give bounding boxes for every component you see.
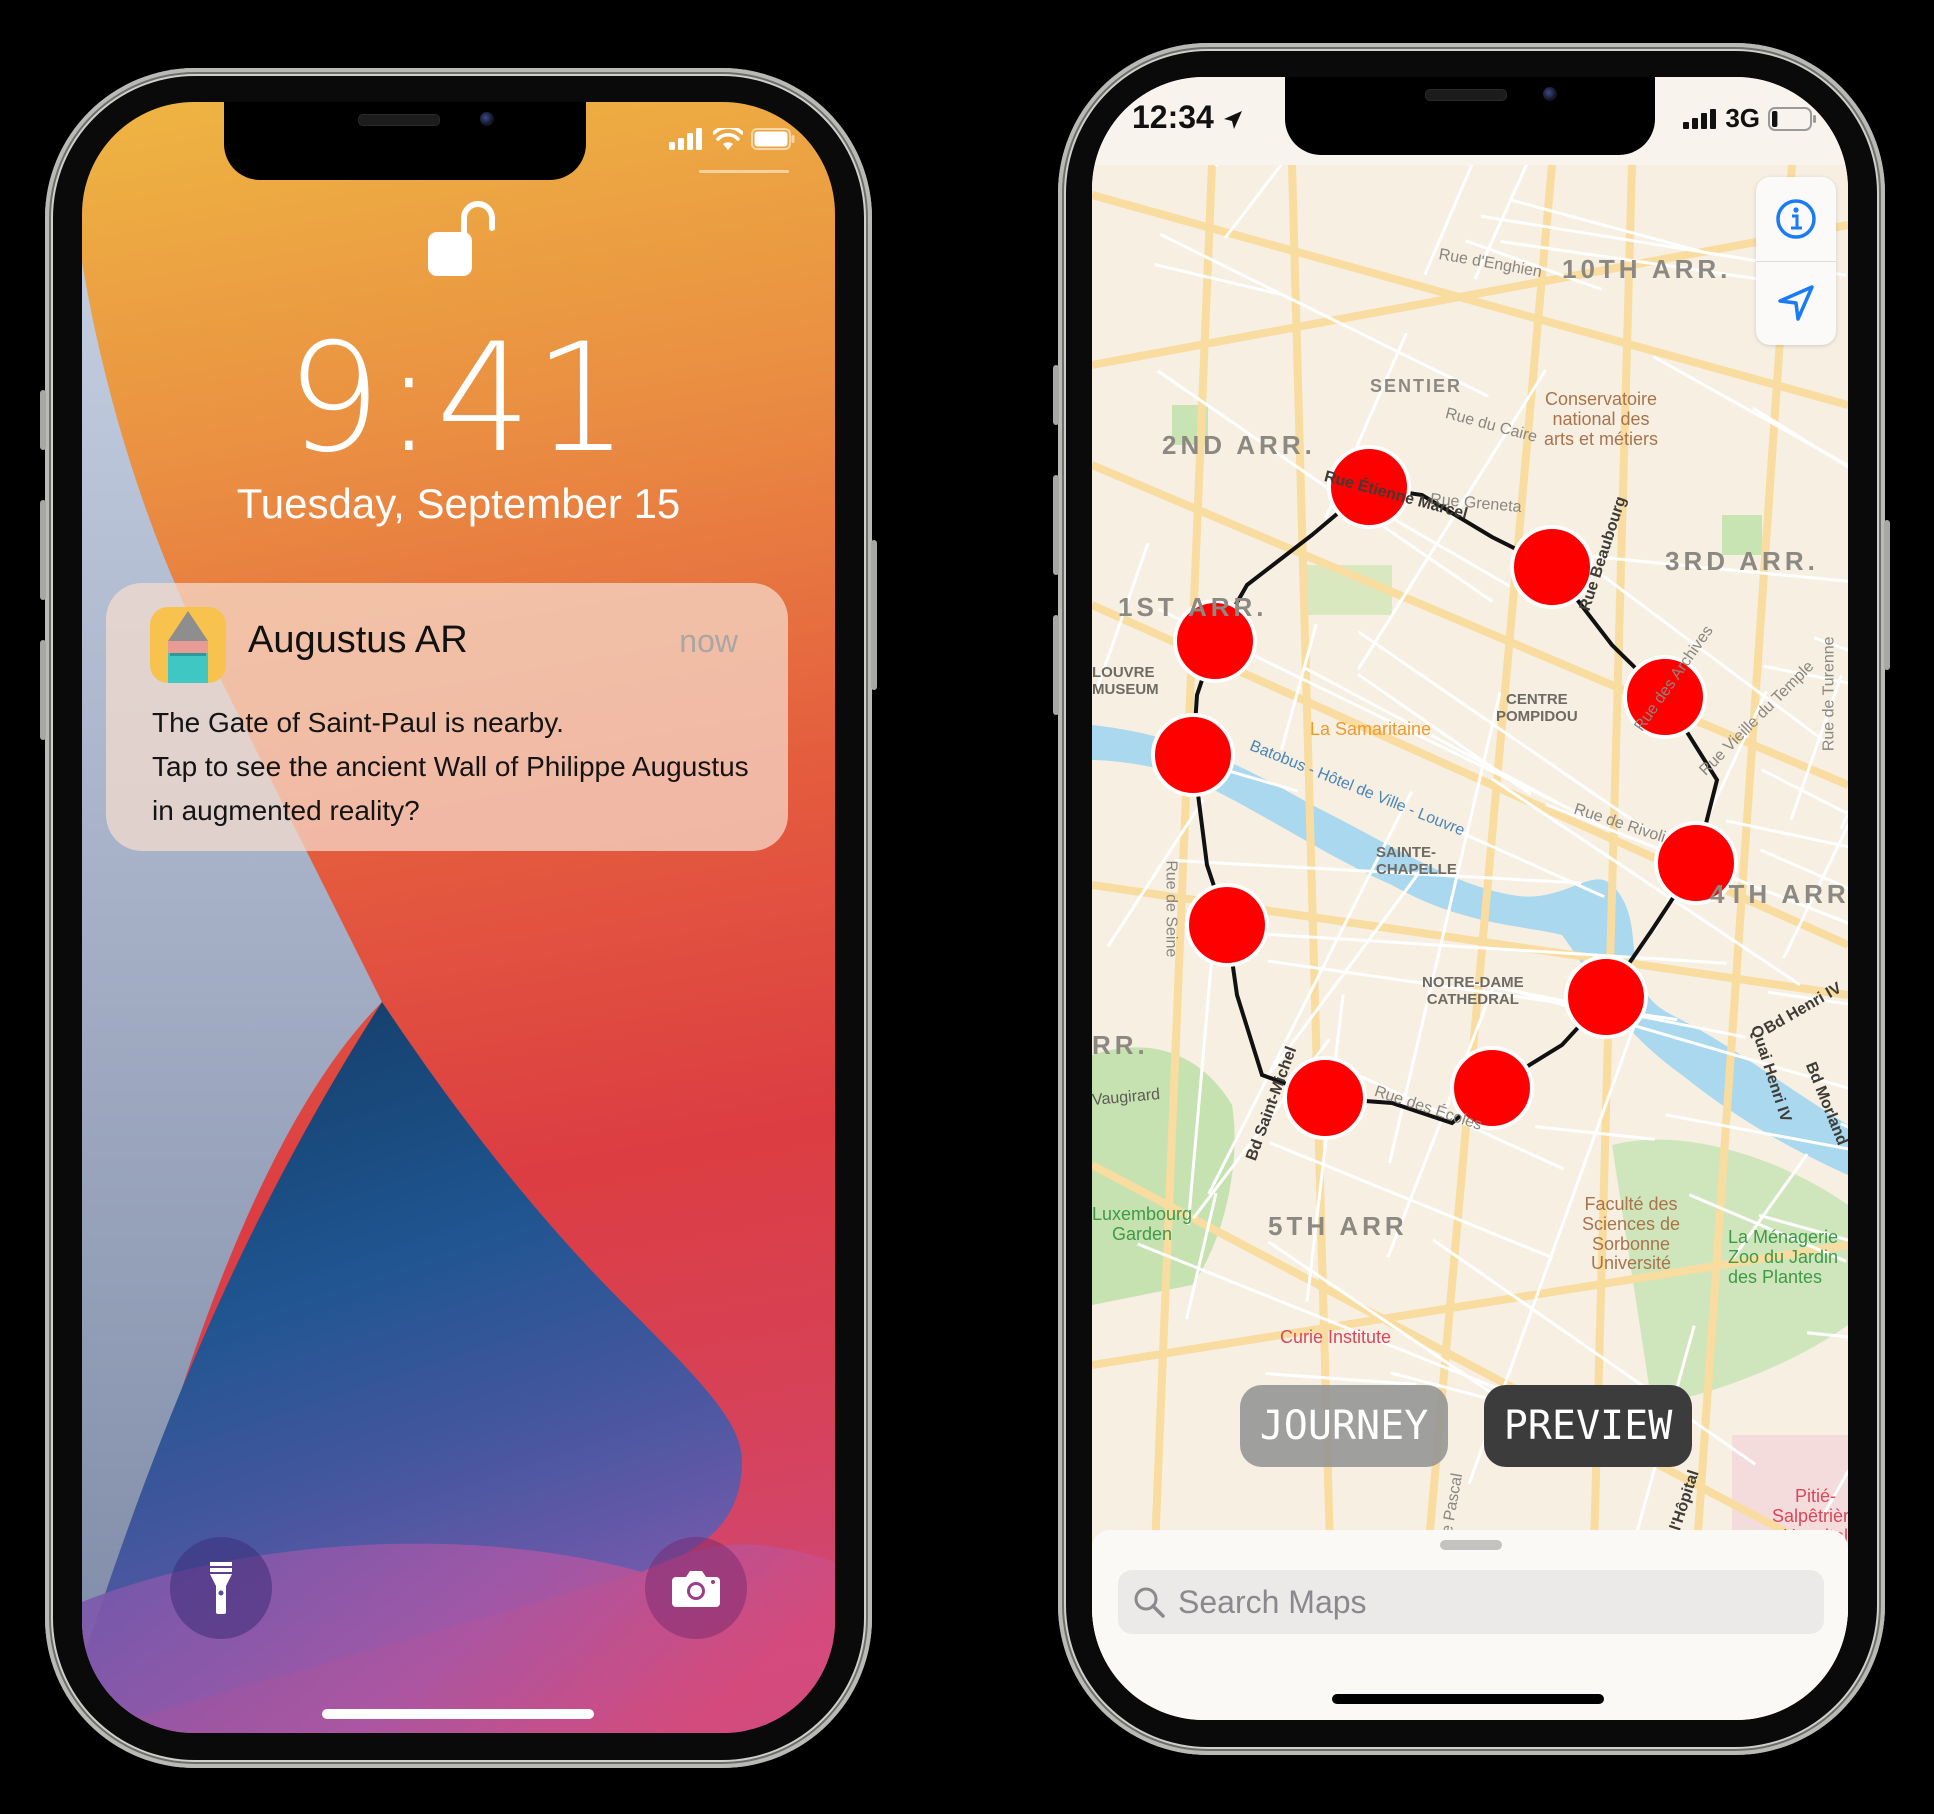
- info-button[interactable]: [1756, 177, 1836, 261]
- route-marker[interactable]: [1185, 883, 1269, 967]
- lock-status-bar: [669, 128, 795, 150]
- district-label: 2ND ARR.: [1162, 430, 1316, 460]
- lock-screen-time: 9:41: [286, 312, 631, 486]
- poi-faculte[interactable]: Faculté des Sciences de Sorbonne Univers…: [1582, 1194, 1680, 1274]
- route-marker[interactable]: [1283, 1056, 1367, 1140]
- info-icon: [1776, 199, 1816, 239]
- camera-icon: [672, 1571, 720, 1607]
- search-input[interactable]: Search Maps: [1118, 1570, 1824, 1634]
- notification-time: now: [679, 623, 738, 659]
- minor-street: [1214, 165, 1219, 167]
- district-label: 1ST ARR.: [1118, 592, 1268, 622]
- current-location-button[interactable]: [1756, 261, 1836, 345]
- battery-icon: [751, 128, 795, 150]
- poi-samaritaine[interactable]: La Samaritaine: [1310, 719, 1431, 740]
- minor-street: [1459, 830, 1605, 899]
- home-indicator[interactable]: [322, 1709, 594, 1719]
- poi-menagerie[interactable]: La Ménagerie Zoo du Jardin des Plantes: [1728, 1227, 1838, 1287]
- camera-button[interactable]: [645, 1537, 747, 1639]
- right-notch: [1285, 77, 1655, 155]
- map-view[interactable]: 10TH ARR. 2ND ARR. 3RD ARR. 1ST ARR. 4TH…: [1092, 165, 1848, 1620]
- earpiece-speaker: [1425, 89, 1507, 101]
- map-controls: [1756, 177, 1836, 345]
- wifi-icon: [713, 128, 743, 150]
- location-arrow-icon: [1223, 110, 1242, 129]
- maps-screen: 12:34 3G 10TH ARR. 2ND ARR. 3RD ARR. 1ST…: [1092, 77, 1848, 1720]
- minor-street: [1154, 263, 1283, 297]
- poi-curie[interactable]: Curie Institute: [1280, 1327, 1391, 1348]
- network-type: 3G: [1725, 103, 1760, 133]
- control-center-grabber[interactable]: [699, 170, 789, 173]
- cellular-signal-icon: [669, 128, 702, 150]
- right-phone-volume-down: [1053, 615, 1059, 715]
- district-label: 3RD ARR.: [1665, 546, 1819, 576]
- flashlight-icon: [210, 1562, 232, 1614]
- poi-louvre[interactable]: LOUVRE MUSEUM: [1092, 664, 1159, 698]
- front-camera: [480, 112, 494, 126]
- left-phone-silent-switch: [40, 390, 46, 450]
- right-phone-power-button: [1884, 520, 1890, 670]
- route-marker[interactable]: [1564, 955, 1648, 1039]
- search-icon: [1134, 1587, 1165, 1618]
- poi-luxembourg[interactable]: Luxembourg Garden: [1092, 1204, 1192, 1245]
- notification-card[interactable]: Augustus AR now The Gate of Saint-Paul i…: [106, 583, 788, 851]
- minor-street: [1224, 165, 1283, 239]
- right-phone-silent-switch: [1053, 365, 1059, 425]
- notification-app-name: Augustus AR: [248, 619, 468, 661]
- cellular-signal-icon: [1683, 108, 1717, 129]
- notification-line: Tap to see the ancient Wall of Philippe …: [152, 751, 749, 782]
- district-label: 10TH ARR.: [1562, 254, 1732, 284]
- left-phone-power-button: [871, 540, 877, 690]
- unlocked-padlock-icon: [428, 201, 495, 276]
- battery-icon: [1768, 106, 1816, 131]
- poi-conservatoire[interactable]: Conservatoire national des arts et métie…: [1544, 389, 1658, 449]
- earpiece-speaker: [358, 114, 440, 126]
- district-label: RR.: [1092, 1030, 1149, 1060]
- poi-sentier: SENTIER: [1370, 376, 1463, 396]
- search-placeholder: Search Maps: [1178, 1583, 1367, 1620]
- left-phone-volume-up: [40, 500, 46, 600]
- front-camera: [1543, 87, 1557, 101]
- left-notch: [224, 102, 586, 180]
- notification-line: The Gate of Saint-Paul is nearby.: [152, 707, 564, 738]
- preview-button[interactable]: PREVIEW: [1484, 1385, 1692, 1467]
- right-phone-volume-up: [1053, 475, 1059, 575]
- home-indicator[interactable]: [1332, 1694, 1604, 1704]
- district-label: 4TH ARR: [1710, 879, 1848, 909]
- status-time: 12:34: [1132, 99, 1243, 136]
- district-label: 5TH ARR: [1268, 1211, 1408, 1241]
- flashlight-button[interactable]: [170, 1537, 272, 1639]
- notification-line: in augmented reality?: [152, 795, 420, 826]
- street-label: Rue de Seine: [1162, 860, 1180, 958]
- status-right: 3G: [1683, 103, 1816, 134]
- lock-screen: 9:41 Tuesday, September 15 Augustus AR n…: [82, 102, 835, 1733]
- notification-body: The Gate of Saint-Paul is nearby. Tap to…: [152, 701, 772, 833]
- minor-street: [1839, 809, 1848, 830]
- search-sheet: Search Maps: [1092, 1530, 1848, 1720]
- poi-sainte-chapelle[interactable]: SAINTE- CHAPELLE: [1376, 844, 1457, 878]
- minor-street: [1761, 768, 1848, 816]
- street-label: Rue de Turenne: [1820, 636, 1838, 752]
- lock-screen-date: Tuesday, September 15: [236, 480, 681, 527]
- left-phone-volume-down: [40, 640, 46, 740]
- journey-button[interactable]: JOURNEY: [1240, 1385, 1448, 1467]
- poi-notre-dame[interactable]: NOTRE-DAME CATHEDRAL: [1422, 974, 1524, 1008]
- navigation-arrow-icon: [1778, 285, 1814, 321]
- tower-app-icon: [150, 607, 226, 683]
- sheet-grabber[interactable]: [1440, 1540, 1502, 1550]
- poi-pompidou[interactable]: CENTRE POMPIDOU: [1496, 691, 1578, 725]
- route-marker[interactable]: [1151, 713, 1235, 797]
